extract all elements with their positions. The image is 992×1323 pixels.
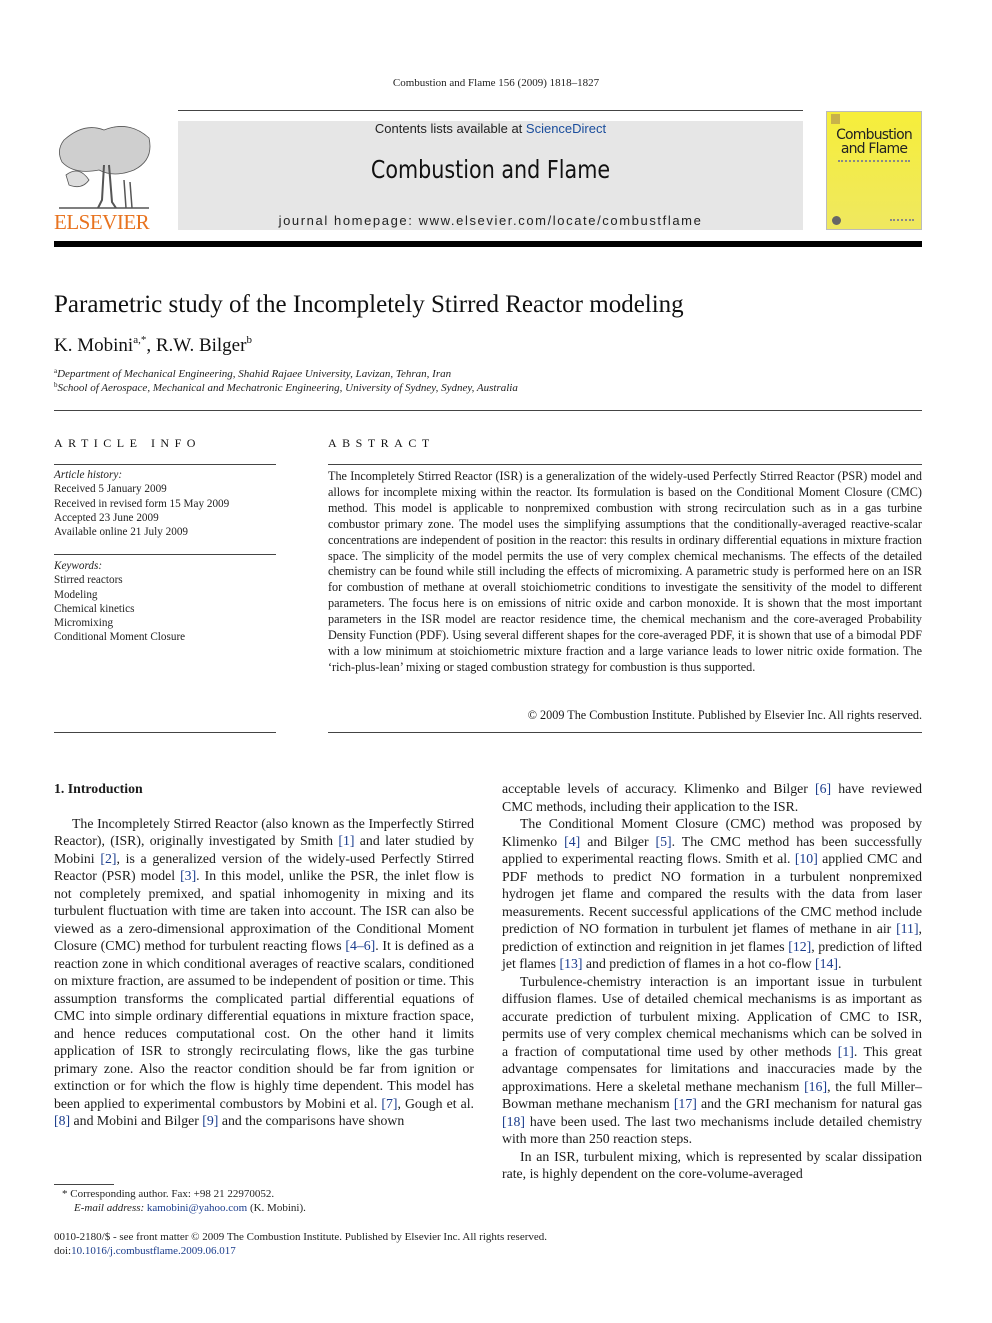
cover-emblem-icon <box>832 216 841 225</box>
body-column-left: 1. Introduction The Incompletely Stirred… <box>54 780 474 1130</box>
reference-link[interactable]: [4–6] <box>345 938 375 953</box>
article-title: Parametric study of the Incompletely Sti… <box>54 291 684 318</box>
section-heading: 1. Introduction <box>54 781 143 796</box>
divider <box>54 732 276 733</box>
reference-link[interactable]: [3] <box>180 868 196 883</box>
history-item: Received 5 January 2009 <box>54 483 167 496</box>
cover-subtitle <box>838 160 910 163</box>
abstract-heading: ABSTRACT <box>328 436 435 450</box>
reference-link[interactable]: [13] <box>559 956 582 971</box>
reference-link[interactable]: [1] <box>838 1044 854 1059</box>
divider <box>328 732 922 733</box>
reference-link[interactable]: [16] <box>804 1079 827 1094</box>
divider <box>54 554 276 555</box>
abstract-text: The Incompletely Stirred Reactor (ISR) i… <box>328 469 922 674</box>
paragraph: In an ISR, turbulent mixing, which is re… <box>502 1148 922 1182</box>
doi-line: doi:10.1016/j.combustflame.2009.06.017 <box>54 1244 547 1258</box>
abstract-copyright: © 2009 The Combustion Institute. Publish… <box>527 708 922 722</box>
email-line: E-mail address: kamobini@yahoo.com (K. M… <box>62 1201 306 1215</box>
reference-link[interactable]: [7] <box>381 1096 397 1111</box>
paragraph: Turbulence-chemistry interaction is an i… <box>502 973 923 1147</box>
history-item: Available online 21 July 2009 <box>54 526 189 539</box>
reference-link[interactable]: [18] <box>502 1114 525 1129</box>
affiliation: aDepartment of Mechanical Engineering, S… <box>54 367 451 380</box>
keyword-item: Stirred reactors <box>54 574 123 587</box>
author-mark: b <box>246 334 252 346</box>
reference-link[interactable]: [6] <box>815 781 831 796</box>
email-suffix: (K. Mobini). <box>247 1202 306 1215</box>
corresponding-author: * Corresponding author. Fax: +98 21 2297… <box>62 1188 275 1200</box>
email-link[interactable]: kamobini@yahoo.com <box>147 1202 247 1214</box>
sciencedirect-link[interactable]: ScienceDirect <box>526 121 606 136</box>
cover-title-line1: Combustion <box>836 127 913 143</box>
paragraph: The Conditional Moment Closure (CMC) met… <box>502 816 922 971</box>
article-info-heading: ARTICLE INFO <box>54 436 201 450</box>
author-mark: a,* <box>133 334 147 346</box>
header-thick-rule <box>54 241 922 247</box>
history-item: Received in revised form 15 May 2009 <box>54 497 230 510</box>
reference-link[interactable]: [9] <box>202 1113 218 1128</box>
keywords: Keywords: Stirred reactors Modeling Chem… <box>54 559 185 645</box>
cover-elsevier-icon <box>831 114 840 124</box>
journal-title: Combustion and Flame <box>370 155 611 184</box>
affiliation-text: Department of Mechanical Engineering, Sh… <box>57 368 452 380</box>
keywords-label: Keywords: <box>54 560 103 572</box>
history-item: Accepted 23 June 2009 <box>54 511 159 524</box>
article-history: Article history: Received 5 January 2009… <box>54 468 229 539</box>
keyword-item: Modeling <box>54 588 98 601</box>
elsevier-logo-text: ELSEVIER <box>54 210 150 234</box>
affiliation: bSchool of Aerospace, Mechanical and Mec… <box>54 381 518 394</box>
history-label: Article history: <box>54 469 123 481</box>
author-list: K. Mobinia,*, R.W. Bilgerb <box>54 334 252 356</box>
cover-publisher <box>890 219 914 221</box>
front-matter-line: 0010-2180/$ - see front matter © 2009 Th… <box>54 1231 547 1243</box>
paragraph: The Incompletely Stirred Reactor (also k… <box>54 815 475 1129</box>
divider <box>54 464 276 465</box>
paragraph-continued: acceptable levels of accuracy. Klimenko … <box>502 781 922 814</box>
running-head: Combustion and Flame 156 (2009) 1818–182… <box>392 77 600 89</box>
keyword-item: Micromixing <box>54 617 114 630</box>
reference-link[interactable]: [4] <box>564 834 580 849</box>
footnote-rule <box>54 1184 114 1185</box>
reference-link[interactable]: [10] <box>795 851 818 866</box>
affiliation-text: School of Aerospace, Mechanical and Mech… <box>57 382 518 394</box>
cover-title-line2: and Flame <box>840 141 908 157</box>
reference-link[interactable]: [12] <box>788 939 811 954</box>
divider <box>328 464 922 465</box>
reference-link[interactable]: [17] <box>674 1096 697 1111</box>
keyword-item: Chemical kinetics <box>54 602 135 615</box>
reference-link[interactable]: [11] <box>896 921 918 936</box>
reference-link[interactable]: [8] <box>54 1113 70 1128</box>
doi-prefix: doi: <box>54 1245 72 1258</box>
body-column-right: acceptable levels of accuracy. Klimenko … <box>502 780 922 1183</box>
cover-title: Combustion and Flame <box>830 128 918 156</box>
reference-link[interactable]: [5] <box>656 834 672 849</box>
email-label: E-mail address: <box>74 1202 147 1215</box>
journal-homepage[interactable]: journal homepage: www.elsevier.com/locat… <box>178 213 803 228</box>
contents-line: Contents lists available at ScienceDirec… <box>178 121 803 136</box>
reference-link[interactable]: [14] <box>815 956 838 971</box>
footnote: * Corresponding author. Fax: +98 21 2297… <box>62 1187 306 1216</box>
front-matter: 0010-2180/$ - see front matter © 2009 Th… <box>54 1230 547 1259</box>
section-divider <box>54 410 922 411</box>
header-divider <box>178 110 803 111</box>
contents-prefix: Contents lists available at <box>374 121 526 136</box>
reference-link[interactable]: [2] <box>100 851 116 866</box>
keyword-item: Conditional Moment Closure <box>54 631 186 644</box>
author-name: R.W. Bilger <box>155 335 247 356</box>
doi-link[interactable]: 10.1016/j.combustflame.2009.06.017 <box>71 1245 236 1257</box>
author-name: K. Mobini <box>54 335 134 356</box>
reference-link[interactable]: [1] <box>338 833 354 848</box>
